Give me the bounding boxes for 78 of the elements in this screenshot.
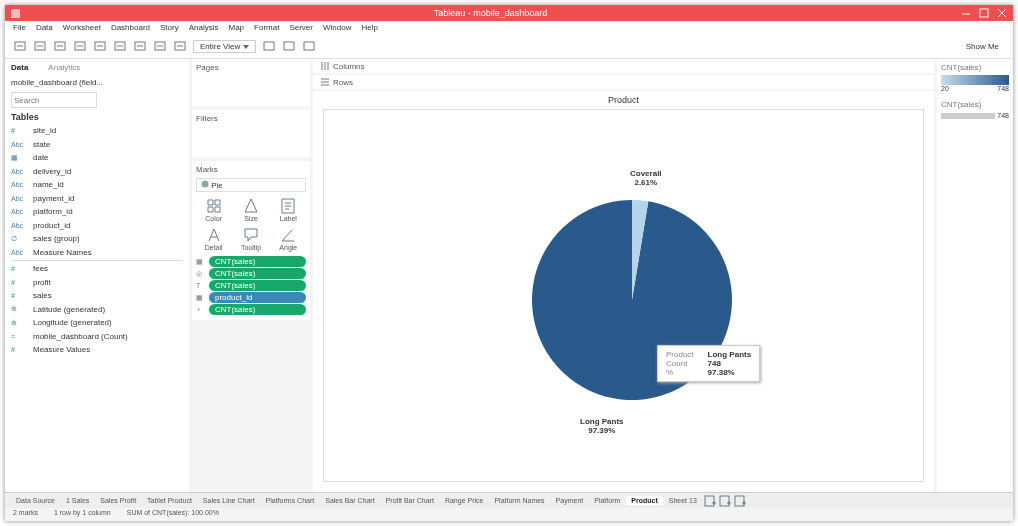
field-pill[interactable]: product_id [209,292,306,303]
menu-item[interactable]: Server [289,23,313,32]
pie-icon [201,180,209,188]
field-name[interactable]: Latitude (generated) [33,304,106,314]
shelf-label: Columns [333,61,365,71]
toolbar-icon[interactable] [113,39,127,53]
color-squares-icon [204,197,223,215]
card-title: Marks [196,165,219,174]
new-sheet-icon[interactable] [702,493,717,508]
new-sheet-icon[interactable] [732,493,747,508]
toolbar-icon[interactable] [281,39,296,53]
card-title: Pages [196,63,220,72]
pane-tab[interactable]: Data [11,63,29,72]
search-field[interactable]: Search [11,92,97,108]
field-name[interactable]: Longitude (generated) [33,318,112,328]
rows-icon [321,78,329,86]
toolbar-icon[interactable] [33,39,47,53]
window-title: Tableau - mobile_dashboard [432,8,549,18]
field-name[interactable]: sales [33,291,52,301]
toolbar-icon[interactable] [93,39,107,53]
menu-item[interactable]: Map [228,23,245,32]
field-name[interactable]: profit [33,277,51,287]
toolbar-icon[interactable] [301,39,316,53]
shelf-label: Rows [333,77,353,87]
field-name[interactable]: site_id [33,126,57,136]
size-legend-bar [941,112,996,119]
slice-label: Long Pants 97.39% [580,417,624,435]
maximize-icon[interactable] [979,8,989,18]
new-sheet-icon[interactable] [717,493,732,508]
menu-item[interactable]: Story [160,23,179,32]
field-name[interactable]: product_id [33,220,71,230]
toolbar-icon[interactable] [73,39,87,53]
menu-item[interactable]: Analysis [188,23,219,32]
field-name[interactable]: Measure Values [33,345,91,355]
field-name[interactable]: fees [33,264,49,274]
text-lines-icon [279,197,298,215]
close-icon[interactable] [997,8,1007,18]
menu-item[interactable]: Worksheet [62,23,101,32]
field-name[interactable]: Measure Names [33,247,92,257]
menu-item[interactable]: Dashboard [110,23,151,32]
menu-item[interactable]: Format [254,23,280,32]
field-name[interactable]: mobile_dashboard (Count) [33,331,128,341]
field-name[interactable]: platform_id [33,207,73,217]
field-name[interactable]: state [33,139,51,149]
view-size-dropdown[interactable]: Entire View [193,39,256,53]
sheet-title: Product [607,95,640,107]
caret-icon [242,44,249,49]
data-source[interactable]: mobile_dashboard (field... [11,75,183,90]
pie-slice[interactable] [632,200,649,300]
card-title: Filters [196,114,219,123]
field-name[interactable]: delivery_id [33,166,72,176]
tooltip: Product Long Pants Count 748 % 97.38% [657,345,761,382]
toolbar-icon[interactable] [261,39,276,53]
menu-item[interactable]: Data [35,23,53,32]
menu-item[interactable]: File [13,23,26,32]
toolbar-icon[interactable] [13,39,27,53]
triangle-icon [242,197,260,215]
legend-title: CNT(sales) [941,63,983,72]
menu-item[interactable]: Window [322,23,352,32]
menu-item[interactable]: Help [361,23,378,32]
color-legend-bar [941,75,1009,85]
columns-icon [321,62,329,70]
speech-bubble-icon [242,226,260,244]
field-name[interactable]: payment_id [33,193,75,203]
field-name[interactable]: date [33,153,49,163]
field-name[interactable]: sales (group) [33,234,80,244]
show-me-button[interactable]: Show Me [959,39,1005,53]
legend-title: CNT(sales) [941,100,983,109]
toolbar-icon[interactable] [173,39,187,53]
pane-tab[interactable]: Analytics [48,63,81,72]
toolbar-icon[interactable] [133,39,147,53]
field-name[interactable]: name_id [33,180,64,190]
toolbar-icon[interactable] [53,39,67,53]
app-icon [11,8,20,18]
toolbar-icon[interactable] [153,39,167,53]
slice-label: Coverall 2.61% [630,169,662,187]
mark-type-dropdown[interactable]: Pie [196,178,306,192]
section-title: Tables [11,112,40,122]
